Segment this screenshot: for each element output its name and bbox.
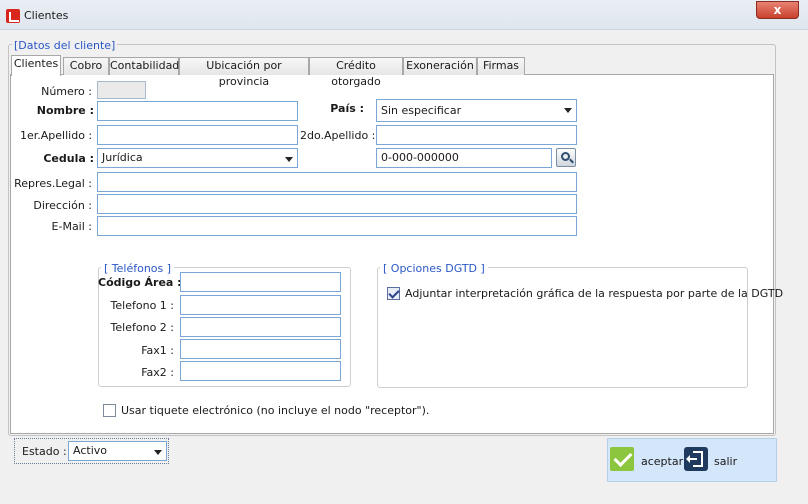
cedula-type-value: Jurídica <box>102 151 143 164</box>
telefono2-field[interactable] <box>180 317 341 337</box>
repres-label: Repres.Legal : <box>14 177 92 190</box>
tab-clientes[interactable]: Clientes <box>11 55 61 76</box>
close-button[interactable]: x <box>756 1 799 19</box>
fax2-label: Fax2 : <box>141 366 174 379</box>
cedula-number-field[interactable]: 0-000-000000 <box>376 148 552 168</box>
numero-field[interactable] <box>97 81 146 99</box>
pais-value: Sin especificar <box>381 104 462 117</box>
title-bar <box>0 0 808 30</box>
codigo-area-field[interactable] <box>180 272 341 292</box>
fax2-field[interactable] <box>180 361 341 381</box>
codigo-area-label: Código Área : <box>98 276 182 289</box>
estado-value: Activo <box>73 444 107 457</box>
nombre-field[interactable] <box>97 101 298 121</box>
exit-icon[interactable] <box>684 447 708 471</box>
email-label: E-Mail : <box>51 220 92 233</box>
telefono1-field[interactable] <box>180 295 341 315</box>
telefono1-label: Telefono 1 : <box>110 299 174 312</box>
repres-field[interactable] <box>97 172 577 192</box>
salir-button[interactable]: salir <box>714 455 737 468</box>
tab-firmas[interactable]: Firmas <box>477 57 525 75</box>
apellido1-label: 1er.Apellido : <box>20 129 93 142</box>
chevron-down-icon <box>154 450 162 455</box>
numero-label: Número : <box>41 85 92 98</box>
nombre-label: Nombre : <box>36 104 94 117</box>
dgtd-group <box>377 267 748 388</box>
tab-cobro[interactable]: Cobro <box>63 57 109 75</box>
search-button[interactable] <box>556 148 576 167</box>
adjuntar-checkbox[interactable] <box>387 287 400 300</box>
datos-cliente-label: [Datos del cliente] <box>12 39 118 52</box>
direccion-label: Dirección : <box>33 199 92 212</box>
tab-contabilidad[interactable]: Contabilidad <box>109 57 179 75</box>
apellido2-label: 2do.Apellido : <box>300 129 376 142</box>
tab-credito[interactable]: Crédito otorgado <box>309 57 403 88</box>
pais-label: País : <box>330 102 364 115</box>
checkmark-icon[interactable] <box>610 447 634 471</box>
tiquete-label: Usar tiquete electrónico (no incluye el … <box>121 404 430 417</box>
chevron-down-icon <box>564 108 572 113</box>
aceptar-button[interactable]: aceptar <box>641 455 683 468</box>
tab-ubicacion[interactable]: Ubicación por provincia <box>179 57 309 88</box>
apellido1-field[interactable] <box>97 125 298 145</box>
estado-label: Estado : <box>22 445 67 458</box>
tiquete-checkbox[interactable] <box>103 404 116 417</box>
chevron-down-icon <box>285 157 293 162</box>
tab-exoneracion[interactable]: Exoneración <box>403 57 477 75</box>
dgtd-label: [ Opciones DGTD ] <box>380 262 488 275</box>
fax1-label: Fax1 : <box>141 344 174 357</box>
pais-select[interactable]: Sin especificar <box>376 99 577 122</box>
app-logo-icon <box>6 9 20 23</box>
telefonos-label: [ Teléfonos ] <box>101 262 175 275</box>
fax1-field[interactable] <box>180 339 341 359</box>
cedula-label: Cedula : <box>43 152 94 165</box>
cedula-type-select[interactable]: Jurídica <box>97 148 298 168</box>
adjuntar-label: Adjuntar interpretación gráfica de la re… <box>405 287 784 300</box>
telefono2-label: Telefono 2 : <box>110 321 174 334</box>
email-field[interactable] <box>97 216 577 236</box>
window-title: Clientes <box>24 9 69 22</box>
direccion-field[interactable] <box>97 194 577 214</box>
estado-select[interactable]: Activo <box>68 441 167 461</box>
apellido2-field[interactable] <box>376 125 577 145</box>
